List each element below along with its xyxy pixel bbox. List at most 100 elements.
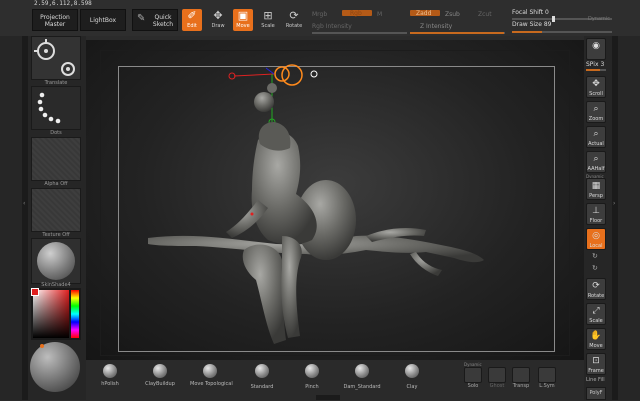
solo-button[interactable]: Solo <box>462 367 484 401</box>
dam-standard-brush-icon <box>355 364 369 378</box>
lsym-icon[interactable]: ↻ <box>592 252 598 260</box>
claybuildup-brush-icon <box>153 364 167 378</box>
zoom-button[interactable]: ⌕ Zoom <box>586 101 606 123</box>
floor-button[interactable]: ⊥ Floor <box>586 203 606 225</box>
zsub-toggle[interactable]: Zsub <box>445 11 460 18</box>
rgb-intensity-slider[interactable] <box>312 32 407 34</box>
scale-tool-button[interactable]: ⊞ Scale <box>258 9 278 31</box>
rotate-tool-button[interactable]: ⟳ Rotate <box>284 9 304 31</box>
stroke-tile[interactable] <box>31 86 81 130</box>
brush-clay[interactable]: Clay <box>392 362 432 400</box>
edit-label: Edit <box>187 23 197 29</box>
persp-icon: ▦ <box>591 181 601 191</box>
tray-arrow-right-icon[interactable]: › <box>613 200 615 207</box>
scale-view-icon: ⤢ <box>592 306 600 316</box>
dots-stroke-icon <box>37 92 61 124</box>
rotate-label: Rotate <box>285 23 303 29</box>
color-picker[interactable] <box>31 288 81 340</box>
edit-tool-button[interactable]: ✐ Edit <box>182 9 202 31</box>
frame-button[interactable]: ⊡ Frame <box>586 353 606 375</box>
solo-icon <box>464 367 482 383</box>
color-saturation-box[interactable] <box>33 290 69 338</box>
transp-icon <box>512 367 530 383</box>
texture-tile[interactable] <box>31 188 81 232</box>
draw-tool-button[interactable]: ✥ Draw <box>208 9 228 31</box>
scale-icon: ⊞ <box>263 9 273 22</box>
mrgb-toggle[interactable]: Mrgb <box>312 11 327 18</box>
frame-icon: ⊡ <box>592 356 600 366</box>
left-tray-handle[interactable] <box>22 36 28 400</box>
ghost-button[interactable]: Ghost <box>486 367 508 401</box>
transpose-gizmo[interactable] <box>228 64 318 126</box>
ghost-icon <box>488 367 506 383</box>
rotate-view-button[interactable]: ⟳ Rotate <box>586 278 606 300</box>
brush-pinch[interactable]: Pinch <box>292 362 332 400</box>
sculpt-model[interactable] <box>148 122 484 344</box>
line-fill-label: Line Fill <box>586 377 605 383</box>
translate-brush-icon <box>34 39 75 76</box>
quick-sketch-button[interactable]: ✎ Quick Sketch <box>132 9 178 31</box>
local-icon: ◎ <box>592 231 600 241</box>
scroll-button[interactable]: ✥ Scroll <box>586 76 606 98</box>
aahalf-icon: ⌕ <box>593 154 599 164</box>
quick-sketch-icon: ✎ <box>137 13 146 24</box>
brush-dam-standard[interactable]: Dam_Standard <box>342 362 382 400</box>
move-label: Move <box>236 23 250 29</box>
scroll-icon: ✥ <box>592 79 600 89</box>
rotate-view-icon: ⟳ <box>592 281 600 291</box>
draw-size-slider[interactable] <box>512 31 612 33</box>
brush-claybuildup[interactable]: ClayBuildup <box>140 362 180 400</box>
color-hue-strip[interactable] <box>71 290 79 338</box>
scale-view-button[interactable]: ⤢ Scale <box>586 303 606 325</box>
cursor-coordinates: 2.59,6.112,8.598 <box>34 0 92 7</box>
aahalf-button[interactable]: ⌕ AAHalf <box>586 151 606 173</box>
clay-brush-icon <box>405 364 419 378</box>
right-tray-handle[interactable] <box>612 36 618 400</box>
draw-size-label: Draw Size 89 <box>512 21 552 28</box>
red-marker <box>250 212 254 216</box>
actual-icon: ⌕ <box>593 129 599 139</box>
local-button[interactable]: ◎ Local <box>586 228 606 250</box>
z-intensity-slider[interactable] <box>410 32 505 34</box>
scale-label: Scale <box>261 23 275 29</box>
m-toggle[interactable]: M <box>377 11 382 18</box>
bpr-icon: ◉ <box>592 41 600 51</box>
zadd-toggle[interactable]: Zadd <box>410 10 440 17</box>
matcap-preview-sphere[interactable] <box>30 342 80 392</box>
material-tile[interactable] <box>31 238 81 284</box>
brush-tile[interactable] <box>31 36 81 80</box>
main-color-swatch[interactable] <box>31 288 39 296</box>
bpr-button[interactable]: ◉ <box>586 38 606 60</box>
standard-brush-icon <box>255 364 269 378</box>
model-viewport[interactable] <box>86 40 584 360</box>
brush-move-topological[interactable]: Move Topological <box>190 362 233 400</box>
lsym-button[interactable]: L.Sym <box>536 367 558 401</box>
move-view-button[interactable]: ✋ Move <box>586 328 606 350</box>
transp-button[interactable]: Transp <box>510 367 532 401</box>
persp-button[interactable]: ▦ Persp <box>586 178 606 200</box>
hpolish-brush-icon <box>103 364 117 378</box>
rgb-toggle[interactable]: Rgb <box>342 10 372 17</box>
brush-standard[interactable]: Standard <box>242 362 282 400</box>
move-tool-button[interactable]: ▣ Move <box>233 9 253 31</box>
projection-master-button[interactable]: Projection Master <box>32 9 78 31</box>
dynamic-label: Dynamic <box>588 16 611 22</box>
alpha-tile[interactable] <box>31 137 81 181</box>
rgb-intensity-label: Rgb Intensity <box>312 23 352 30</box>
brush-hpolish[interactable]: hPolish <box>90 362 130 400</box>
zcut-toggle[interactable]: Zcut <box>478 11 492 18</box>
spix-label: SPix 3 <box>586 61 605 68</box>
quick-sketch-label: Quick Sketch <box>152 14 174 28</box>
move-icon: ▣ <box>237 9 249 22</box>
stroke-label: Dots <box>50 130 62 136</box>
tray-arrow-left-icon[interactable]: ‹ <box>23 200 25 207</box>
light-position-dot[interactable] <box>40 344 44 348</box>
actual-button[interactable]: ⌕ Actual <box>586 126 606 148</box>
alpha-label: Alpha Off <box>44 181 68 187</box>
spix-slider[interactable] <box>586 69 606 71</box>
lsym-button-icon <box>538 367 556 383</box>
z-intensity-label: Z Intensity <box>420 23 453 30</box>
lightbox-button[interactable]: LightBox <box>80 9 126 31</box>
polyf-button[interactable]: PolyF <box>586 387 606 400</box>
xyz-icon[interactable]: ↻ <box>592 264 598 272</box>
